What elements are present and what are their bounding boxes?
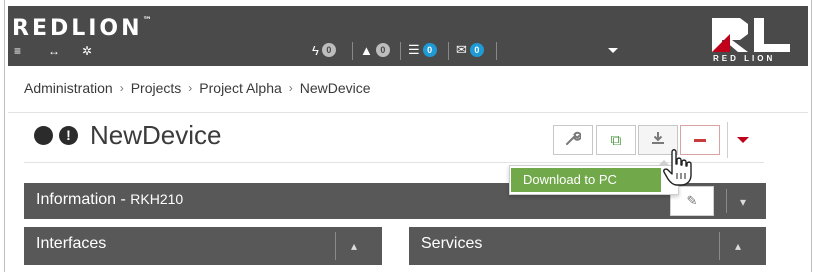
user-menu-caret-icon[interactable] (608, 48, 618, 53)
exclamation-icon: ! (59, 126, 78, 145)
divider (352, 42, 353, 60)
services-panel-header[interactable]: Services ▴ (409, 227, 766, 265)
bolt-icon: ϟ (312, 42, 319, 58)
divider (335, 232, 336, 260)
warning-status[interactable]: ▲ 0 (360, 40, 390, 60)
warning-icon: ▲ (360, 42, 373, 58)
power-count-badge: 0 (321, 43, 336, 57)
panel-title: Information - RKH210 (36, 191, 184, 208)
device-model: RKH210 (130, 191, 184, 207)
breadcrumb-project-alpha[interactable]: Project Alpha (199, 80, 282, 96)
divider (719, 232, 720, 260)
divider (448, 42, 449, 60)
device-status[interactable]: ☰ 0 (408, 40, 437, 60)
download-tooltip: Download to PC (509, 160, 679, 195)
top-bar: REDLION™ ≡ ↔ ✲ ϟ 0 ▲ 0 ☰ 0 ✉ 0 (8, 6, 808, 66)
breadcrumb: Administration › Projects › Project Alph… (24, 80, 371, 96)
chevron-right-icon: › (288, 81, 293, 95)
spinner-icon: ✲ (82, 44, 93, 58)
tooltip-text: Download to PC (511, 168, 661, 192)
divider (726, 189, 727, 213)
chevron-down-icon[interactable]: ▾ (740, 195, 746, 209)
breadcrumb-newdevice: NewDevice (299, 80, 371, 96)
mail-icon: ✉ (456, 42, 467, 57)
panel-title: Interfaces (36, 235, 107, 252)
hamburger-icon[interactable]: ≡ (14, 44, 21, 58)
panel-title: Services (421, 235, 483, 252)
wrench-icon (565, 130, 582, 150)
chevron-right-icon: › (119, 81, 124, 95)
device-count-badge: 0 (422, 43, 437, 57)
status-dot-icon (34, 126, 53, 145)
divider (496, 42, 497, 60)
rl-logo-text: RED LION (713, 54, 776, 63)
chevron-up-icon[interactable]: ▴ (735, 239, 741, 253)
breadcrumb-projects[interactable]: Projects (131, 80, 182, 96)
edit-icon: ✎ (686, 193, 698, 208)
download-icon (650, 130, 666, 150)
mail-status[interactable]: ✉ 0 (456, 40, 484, 60)
page-title: NewDevice (90, 120, 222, 150)
breadcrumb-administration[interactable]: Administration (24, 80, 113, 96)
mail-count-badge: 0 (469, 43, 484, 57)
power-status[interactable]: ϟ 0 (312, 40, 336, 60)
divider (400, 42, 401, 60)
interfaces-panel-header[interactable]: Interfaces ▴ (24, 227, 382, 265)
hand-cursor-icon (663, 149, 692, 186)
redlion-logo: REDLION™ (12, 16, 152, 41)
divider (727, 122, 728, 158)
configure-button[interactable] (553, 125, 593, 155)
copy-icon: ⧉ (610, 131, 622, 149)
more-actions-caret-icon[interactable] (737, 137, 749, 143)
arrows-icon[interactable]: ↔ (48, 44, 60, 58)
chevron-up-icon[interactable]: ▴ (351, 239, 357, 253)
minus-icon (694, 138, 706, 142)
warning-count-badge: 0 (375, 43, 390, 57)
chevron-right-icon: › (188, 81, 193, 95)
copy-button[interactable]: ⧉ (596, 125, 636, 155)
divider (8, 112, 808, 113)
server-icon: ☰ (408, 42, 420, 57)
divider (24, 162, 764, 163)
